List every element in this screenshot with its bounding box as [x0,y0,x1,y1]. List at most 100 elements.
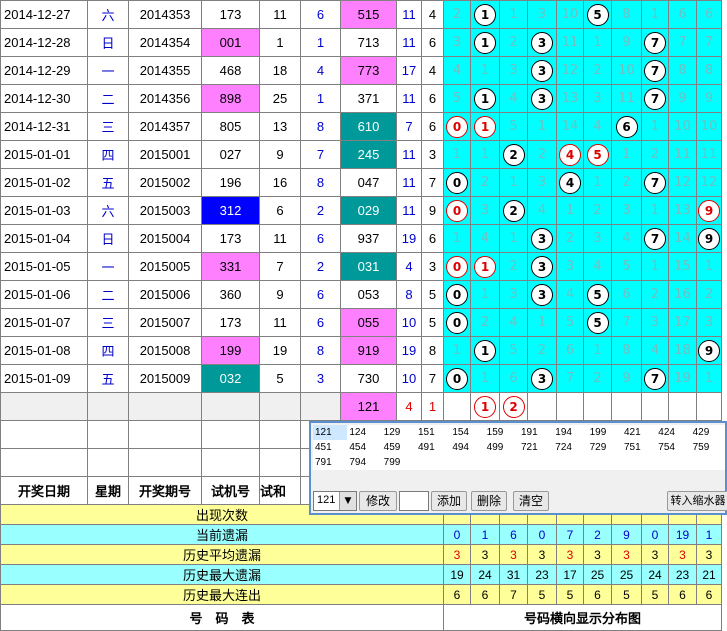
prize-sum-cell: 4 [396,252,422,281]
stats-value: 6 [443,584,471,605]
distribution-cell: 7 [641,364,669,393]
candidate-number[interactable]: 754 [656,440,690,455]
candidate-number[interactable]: 121 [313,425,348,440]
delete-button[interactable]: 删除 [471,491,507,511]
prize-sum-cell: 11 [396,140,422,169]
candidate-number[interactable]: 451 [313,440,347,455]
trial-sum-cell: 11 [259,308,301,337]
edit-button[interactable]: 修改 [359,491,397,511]
candidate-number[interactable]: 424 [656,425,690,440]
stats-value: 5 [611,584,642,605]
date-cell: 2015-01-06 [0,280,88,309]
candidate-number[interactable]: 159 [485,425,519,440]
prize-number-cell: 515 [340,0,397,29]
trial-number-cell: 173 [201,0,260,29]
candidate-number[interactable]: 124 [347,425,381,440]
prize-span-cell: 3 [421,252,444,281]
candidate-number[interactable]: 129 [382,425,416,440]
trial-number-cell: 196 [201,168,260,197]
repeat-ball: 0 [446,255,468,278]
candidate-number[interactable] [450,455,484,470]
trial-sum-cell: 6 [259,196,301,225]
candidate-number[interactable]: 454 [347,440,381,455]
date-cell: 2015-01-01 [0,140,88,169]
candidate-number[interactable]: 791 [313,455,347,470]
shrink-button[interactable]: 转入缩水器 [667,491,727,511]
candidate-number[interactable]: 154 [450,425,484,440]
prize-number-cell: 713 [340,28,397,57]
chevron-down-icon[interactable]: ▼ [339,492,356,510]
stats-value: 21 [696,564,722,585]
candidate-number[interactable]: 729 [588,440,622,455]
date-cell: 2014-12-31 [0,112,88,141]
candidate-number[interactable] [691,455,725,470]
candidate-number[interactable]: 751 [622,440,656,455]
number-select[interactable]: 121 ▼ [313,491,357,511]
candidate-number[interactable]: 494 [450,440,484,455]
candidate-number[interactable]: 499 [485,440,519,455]
candidate-number[interactable]: 199 [588,425,622,440]
stats-value: 3 [499,544,528,565]
stats-value: 0 [641,524,669,545]
pending-row: 121 4 1 1 2 [0,392,722,421]
trial-number-cell: 331 [201,252,260,281]
number-input[interactable] [399,491,429,511]
candidate-number[interactable]: 194 [553,425,587,440]
stats-value: 5 [641,584,669,605]
candidate-number[interactable] [622,455,656,470]
candidate-number[interactable]: 794 [347,455,381,470]
candidate-number[interactable]: 721 [519,440,553,455]
prize-sum-cell: 11 [396,28,422,57]
distribution-cell: 7 [696,28,722,57]
distribution-cell: 3 [527,28,557,57]
candidate-number[interactable]: 151 [416,425,450,440]
candidate-number[interactable] [519,455,553,470]
candidate-number[interactable]: 429 [691,425,725,440]
distribution-cell: 0 [443,308,471,337]
distribution-cell: 8 [696,56,722,85]
candidate-number[interactable] [656,455,690,470]
date-cell: 2015-01-07 [0,308,88,337]
table-row: 2014-12-28 日 2014354 001 1 1 713 11 6 3 1 2 3 11 1 9 7 7 7 [0,28,722,57]
trial-span-cell: 8 [300,112,341,141]
candidate-numbers-list[interactable]: 121 124 129 151 154 159 191 194 199 421 424 429 451 4… [313,425,725,470]
prize-number-cell: 371 [340,84,397,113]
candidate-number[interactable]: 759 [691,440,725,455]
weekday-cell: 日 [87,224,129,253]
pending-dist-cell [668,392,697,421]
distribution-cell: 6 [611,280,642,309]
prize-number-cell: 730 [340,364,397,393]
prize-span-cell: 7 [421,168,444,197]
date-cell: 2015-01-08 [0,336,88,365]
trial-sum-cell: 11 [259,224,301,253]
prize-span-cell: 6 [421,224,444,253]
candidate-number[interactable]: 799 [382,455,416,470]
table-row: 2015-01-09 五 2015009 032 5 3 730 10 7 0 1 6 3 7 2 9 7 19 1 [0,364,722,393]
stats-value: 19 [443,564,471,585]
distribution-cell: 2 [696,280,722,309]
candidate-number[interactable]: 421 [622,425,656,440]
candidate-number[interactable] [588,455,622,470]
trial-span-cell: 1 [300,28,341,57]
candidate-number[interactable]: 724 [553,440,587,455]
hit-ball: 7 [644,171,666,194]
weekday-cell: 五 [87,168,129,197]
clear-button[interactable]: 清空 [513,491,549,511]
candidate-number[interactable] [416,455,450,470]
candidate-number[interactable] [553,455,587,470]
candidate-number[interactable]: 459 [382,440,416,455]
candidate-number[interactable]: 191 [519,425,553,440]
distribution-cell: 17 [668,308,697,337]
trial-span-cell: 6 [300,224,341,253]
repeat-ball: 1 [474,255,496,278]
candidate-number[interactable]: 491 [416,440,450,455]
issue-cell: 2014354 [128,28,202,57]
issue-cell: 2015004 [128,224,202,253]
distribution-cell: 3 [611,196,642,225]
candidate-number[interactable] [485,455,519,470]
trial-span-cell: 7 [300,140,341,169]
add-button[interactable]: 添加 [431,491,467,511]
hit-ball: 1 [474,31,496,54]
distribution-cell: 7 [611,308,642,337]
distribution-cell: 11 [556,28,584,57]
